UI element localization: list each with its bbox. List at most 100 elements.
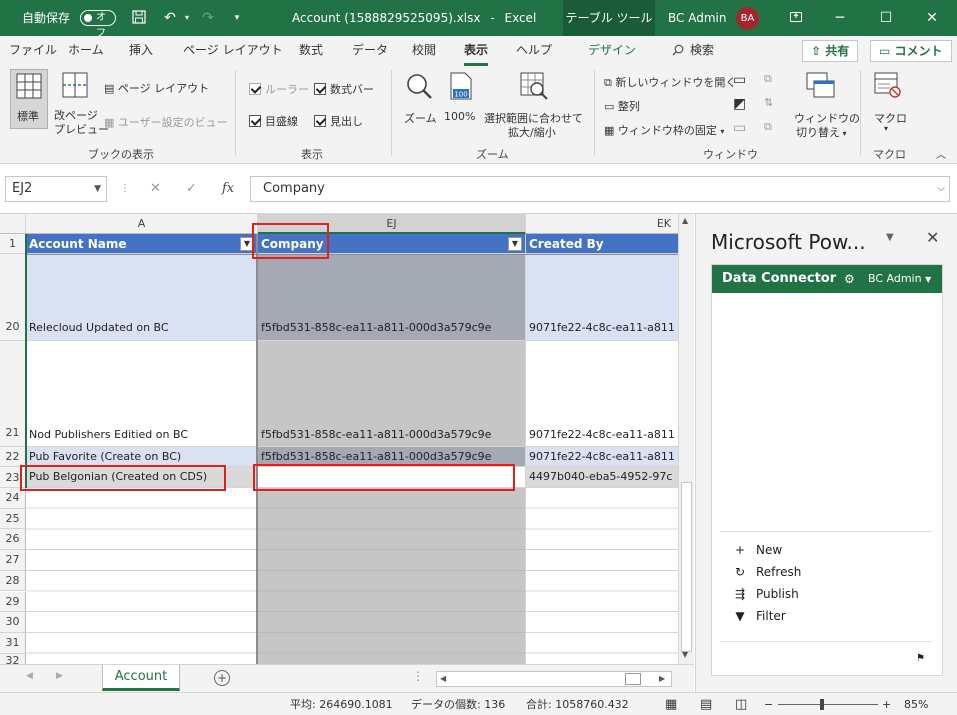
tab-split-handle-icon[interactable]: ⋮: [412, 669, 424, 683]
table-cell[interactable]: Relecloud Updated on BC: [26, 254, 258, 341]
table-header-created-by[interactable]: Created By: [526, 234, 678, 254]
cancel-icon[interactable]: ✕: [150, 176, 161, 202]
share-button[interactable]: ⇧ 共有: [802, 40, 859, 62]
row-header[interactable]: 28: [0, 570, 26, 592]
status-sum[interactable]: 合計: 1058760.432: [526, 693, 629, 715]
insert-function-icon[interactable]: fx: [222, 176, 234, 202]
row-header[interactable]: 25: [0, 508, 26, 530]
reset-window-position-icon[interactable]: ⧉: [764, 120, 772, 134]
empty-cells-column-a[interactable]: [26, 488, 258, 664]
addin-user-menu[interactable]: BC Admin ▼: [868, 265, 931, 293]
tab-review[interactable]: 校閲: [412, 36, 436, 66]
vertical-scrollbar[interactable]: ▲ ▼: [678, 214, 694, 664]
page-layout-view-button[interactable]: ▤ ページ レイアウト: [104, 80, 209, 96]
autosave-toggle[interactable]: オフ: [80, 10, 116, 39]
status-count[interactable]: データの個数: 136: [411, 693, 505, 715]
pane-options-icon[interactable]: ▼: [886, 232, 894, 243]
row-header[interactable]: 29: [0, 591, 26, 613]
macros-button[interactable]: マクロ ▾: [868, 70, 908, 140]
redo-icon[interactable]: ↷: [196, 0, 220, 36]
filter-action[interactable]: ▼ Filter: [732, 609, 785, 623]
row-header[interactable]: 30: [0, 612, 26, 633]
row-header[interactable]: 26: [0, 529, 26, 551]
split-icon[interactable]: ▭: [733, 72, 746, 88]
synchronous-scrolling-icon[interactable]: ⇅: [764, 96, 773, 109]
normal-view-button[interactable]: 標準: [10, 69, 48, 129]
avatar[interactable]: BA: [736, 7, 759, 30]
name-box[interactable]: EJ2 ▼: [5, 176, 107, 202]
table-cell[interactable]: Nod Publishers Editied on BC: [26, 341, 258, 447]
scroll-right-icon[interactable]: ▶: [659, 674, 665, 683]
enter-icon[interactable]: ✓: [186, 176, 197, 202]
table-cell[interactable]: 4497b040-eba5-4952-97c: [526, 467, 678, 488]
tab-design[interactable]: デザイン: [588, 36, 636, 66]
freeze-panes-button[interactable]: ▦ ウィンドウ枠の固定 ▾: [604, 122, 724, 138]
formula-bar-checkbox[interactable]: 数式バー: [314, 81, 374, 97]
tab-view[interactable]: 表示: [464, 36, 489, 66]
tab-help[interactable]: ヘルプ: [516, 36, 552, 66]
table-cell[interactable]: 9071fe22-4c8c-ea11-a811: [526, 254, 678, 341]
empty-cells-column-ej[interactable]: [258, 488, 526, 664]
new-window-button[interactable]: ⧉ 新しいウィンドウを開く: [604, 74, 736, 90]
scroll-left-icon[interactable]: ◀: [440, 674, 446, 683]
table-cell[interactable]: Pub Favorite (Create on BC): [26, 447, 258, 467]
zoom-in-icon[interactable]: +: [882, 693, 891, 715]
status-average[interactable]: 平均: 264690.1081: [290, 693, 393, 715]
zoom-100-button[interactable]: 100 100%: [442, 70, 480, 130]
normal-view-status-icon[interactable]: ▦: [665, 693, 677, 715]
row-header[interactable]: 21: [0, 341, 26, 447]
expand-formula-bar-icon[interactable]: ⌵: [937, 177, 945, 201]
tab-data[interactable]: データ: [352, 36, 388, 66]
refresh-action[interactable]: ↻ Refresh: [732, 565, 801, 579]
zoom-slider[interactable]: [778, 704, 878, 705]
new-action[interactable]: + New: [732, 543, 782, 557]
unhide-window-icon[interactable]: ▭: [733, 120, 746, 136]
arrange-all-button[interactable]: ▭ 整列: [604, 98, 640, 114]
row-header[interactable]: 24: [0, 488, 26, 509]
publish-action[interactable]: ⇶ Publish: [732, 587, 799, 601]
spreadsheet-grid[interactable]: A EJ EK 1 Account Name ▼ Company ▼ Creat…: [0, 214, 678, 664]
horizontal-scroll-thumb[interactable]: [625, 673, 641, 685]
page-break-status-icon[interactable]: ◫: [735, 693, 747, 715]
page-layout-status-icon[interactable]: ▤: [700, 693, 712, 715]
page-break-preview-button[interactable]: 改ページ プレビュー: [52, 69, 109, 139]
zoom-level[interactable]: 85%: [904, 693, 928, 715]
headings-checkbox[interactable]: 見出し: [314, 113, 363, 129]
close-icon[interactable]: ✕: [922, 0, 942, 36]
zoom-button[interactable]: ズーム: [400, 70, 438, 130]
pane-close-icon[interactable]: ✕: [926, 228, 939, 247]
add-sheet-icon[interactable]: +: [214, 670, 230, 686]
tab-home[interactable]: ホーム: [68, 36, 104, 66]
ruler-checkbox[interactable]: ルーラー: [249, 81, 309, 97]
zoom-out-icon[interactable]: −: [764, 693, 773, 715]
zoom-to-selection-button[interactable]: 選択範囲に合わせて 拡大/縮小: [484, 70, 584, 140]
row-header[interactable]: 1: [0, 234, 26, 254]
zoom-slider-thumb[interactable]: [820, 699, 824, 710]
tab-formulas[interactable]: 数式: [299, 36, 323, 66]
tell-me[interactable]: 検索: [672, 36, 714, 66]
gear-icon[interactable]: ⚙: [844, 265, 855, 293]
table-cell[interactable]: 9071fe22-4c8c-ea11-a811: [526, 447, 678, 467]
row-header[interactable]: 27: [0, 550, 26, 571]
table-cell[interactable]: f5fbd531-858c-ea11-a811-000d3a579c9e: [258, 341, 526, 447]
custom-views-button[interactable]: ▦ ユーザー設定のビュー: [104, 114, 228, 130]
name-box-dropdown-icon[interactable]: ▼: [94, 177, 101, 201]
gridlines-checkbox[interactable]: 目盛線: [249, 113, 298, 129]
undo-icon[interactable]: ↶: [158, 0, 182, 36]
horizontal-scrollbar[interactable]: ◀ ▶: [436, 671, 672, 687]
vertical-scroll-thumb[interactable]: [681, 482, 692, 652]
formula-input[interactable]: Company ⌵: [250, 176, 950, 202]
save-icon[interactable]: [128, 0, 150, 36]
next-sheet-icon[interactable]: ▶: [56, 671, 63, 681]
row-header[interactable]: 20: [0, 254, 26, 341]
switch-windows-button[interactable]: ウィンドウの 切り替え ▾: [790, 70, 860, 140]
tab-insert[interactable]: 挿入: [129, 36, 153, 66]
ribbon-display-options-icon[interactable]: [786, 0, 806, 36]
select-all-corner[interactable]: [0, 214, 26, 234]
column-header-ek[interactable]: EK: [526, 214, 678, 234]
collapse-ribbon-icon[interactable]: ︿: [936, 146, 946, 161]
column-header-a[interactable]: A: [26, 214, 258, 234]
scroll-down-icon[interactable]: ▼: [682, 650, 688, 659]
tab-page-layout[interactable]: ページ レイアウト: [183, 36, 283, 66]
undo-dropdown-icon[interactable]: ▾: [182, 0, 192, 36]
